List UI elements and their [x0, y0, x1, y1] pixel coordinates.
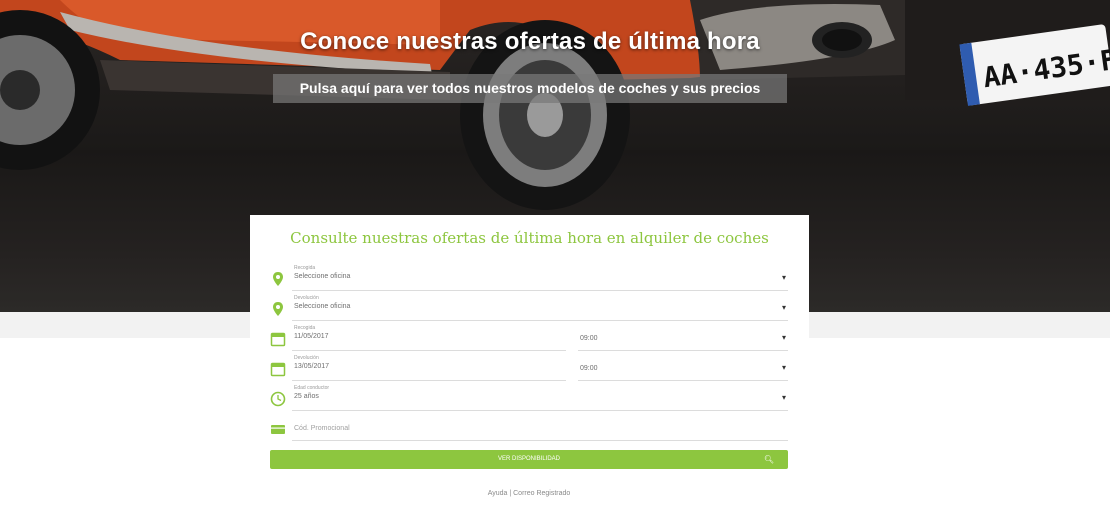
driver-age-select[interactable]: Edad conductor 25 años ▾ [292, 385, 788, 411]
map-pin-icon [273, 272, 283, 286]
pickup-time-value: 09:00 [580, 335, 598, 342]
return-time-value: 09:00 [580, 365, 598, 372]
chevron-down-icon: ▾ [781, 363, 786, 372]
chevron-down-icon: ▾ [781, 303, 786, 312]
calendar-icon [270, 362, 286, 377]
page: AA·435·FG Conoce nuestras ofertas de últ… [0, 0, 1110, 510]
driver-age-label: Edad conductor [294, 385, 330, 391]
pickup-date-value: 11/05/2017 [294, 333, 329, 340]
view-all-models-link[interactable]: Pulsa aquí para ver todos nuestros model… [273, 74, 787, 103]
promo-code-placeholder: Cód. Promocional [294, 425, 350, 432]
clock-icon [270, 391, 286, 407]
pickup-date-input[interactable]: Recogida 11/05/2017 [292, 325, 566, 351]
return-date-input[interactable]: Devolución 13/05/2017 [292, 355, 566, 381]
pickup-location-row: Recogida Seleccione oficina ▾ [270, 265, 788, 291]
pickup-location-label: Recogida [294, 265, 316, 271]
check-availability-button[interactable]: VER DISPONIBILIDAD 🔍︎ [270, 450, 788, 469]
pickup-time-select[interactable]: 09:00 ▾ [578, 325, 788, 351]
return-date-label: Devolución [294, 355, 319, 361]
search-card-title: Consulte nuestras ofertas de última hora… [290, 229, 769, 247]
return-location-row: Devolución Seleccione oficina ▾ [270, 295, 788, 321]
pickup-location-value: Seleccione oficina [294, 273, 351, 280]
return-location-value: Seleccione oficina [294, 303, 351, 310]
check-availability-label: VER DISPONIBILIDAD [497, 456, 560, 462]
driver-age-row: Edad conductor 25 años ▾ [270, 385, 788, 411]
pickup-date-label: Recogida [294, 325, 316, 331]
search-card: Consulte nuestras ofertas de última hora… [250, 215, 809, 487]
return-date-row: Devolución 13/05/2017 09:00 ▾ [270, 355, 788, 381]
promo-code-input[interactable]: Cód. Promocional [292, 415, 788, 441]
ticket-icon [271, 425, 285, 434]
pickup-date-row: Recogida 11/05/2017 09:00 ▾ [270, 325, 788, 351]
chevron-down-icon: ▾ [781, 393, 786, 402]
return-location-label: Devolución [294, 295, 319, 301]
footer-note-text: Ayuda | Correo Registrado [487, 490, 571, 497]
map-pin-icon [273, 302, 283, 316]
chevron-down-icon: ▾ [781, 273, 786, 282]
search-icon: 🔍︎ [763, 455, 774, 464]
chevron-down-icon: ▾ [781, 333, 786, 342]
calendar-icon [270, 332, 286, 347]
pickup-location-select[interactable]: Recogida Seleccione oficina ▾ [292, 265, 788, 291]
return-location-select[interactable]: Devolución Seleccione oficina ▾ [292, 295, 788, 321]
return-date-value: 13/05/2017 [294, 363, 330, 370]
return-time-select[interactable]: 09:00 ▾ [578, 355, 788, 381]
footer-note[interactable]: Ayuda | Correo Registrado [0, 490, 1110, 497]
promo-code-row: Cód. Promocional [270, 415, 788, 441]
driver-age-value: 25 años [294, 393, 319, 400]
hero-title: Conoce nuestras ofertas de última hora [300, 28, 760, 55]
